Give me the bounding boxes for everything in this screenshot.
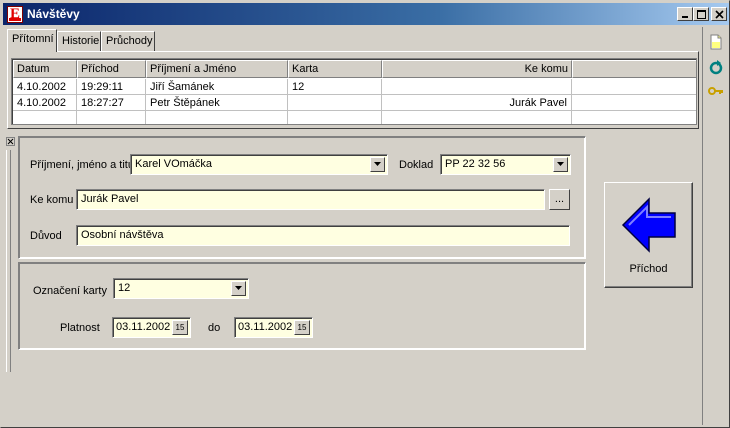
visitors-table[interactable]: Datum Příchod Příjmení a Jméno Karta Ke … <box>11 58 697 125</box>
karta-value: 12 <box>118 282 131 294</box>
column-header-jmeno[interactable]: Příjmení a Jméno <box>146 60 288 78</box>
platnost-label: Platnost <box>60 322 100 334</box>
browse-button[interactable]: ... <box>549 189 570 210</box>
cell-datum: 4.10.2002 <box>13 95 77 111</box>
doklad-dropdown-button[interactable] <box>553 157 568 172</box>
duvod-label: Důvod <box>30 230 62 242</box>
close-button[interactable] <box>711 7 727 21</box>
do-label: do <box>208 322 221 334</box>
cell-kekomu: Jurák Pavel <box>382 95 572 111</box>
tab-pruchody[interactable]: Průchody <box>101 31 155 51</box>
duvod-value: Osobní návštěva <box>81 229 164 241</box>
karta-dropdown-button[interactable] <box>231 281 246 296</box>
column-header-prichod[interactable]: Příchod <box>77 60 146 78</box>
title-bar[interactable]: E Návštěvy <box>3 3 729 25</box>
cell-datum: 4.10.2002 <box>13 79 77 95</box>
window-title: Návštěvy <box>27 7 80 21</box>
chevron-down-icon <box>374 162 381 166</box>
table-row[interactable]: 4.10.2002 19:29:11 Jiří Šamánek 12 <box>13 79 696 95</box>
table-header: Datum Příchod Příjmení a Jméno Karta Ke … <box>13 60 696 78</box>
cell-jmeno: Petr Štěpánek <box>146 95 288 111</box>
tab-pritomni[interactable]: Přítomní <box>7 29 57 52</box>
prichod-button-label: Příchod <box>629 263 668 275</box>
doklad-label: Doklad <box>399 159 434 171</box>
cell-prichod: 19:29:11 <box>77 79 146 95</box>
kekomu-field[interactable]: Jurák Pavel <box>76 189 545 210</box>
column-header-datum[interactable]: Datum <box>13 60 77 78</box>
cell-kekomu <box>382 79 572 95</box>
table-row[interactable]: 4.10.2002 18:27:27 Petr Štěpánek Jurák P… <box>13 95 696 111</box>
close-panel-icon[interactable] <box>6 137 15 146</box>
cell-prichod: 18:27:27 <box>77 95 146 111</box>
maximize-button[interactable] <box>693 7 709 21</box>
column-header-karta[interactable]: Karta <box>288 60 382 78</box>
duvod-field[interactable]: Osobní návštěva <box>76 225 570 246</box>
refresh-icon[interactable] <box>708 59 724 75</box>
name-dropdown-button[interactable] <box>370 157 385 172</box>
document-icon[interactable] <box>708 34 724 50</box>
doklad-value: PP 22 32 56 <box>445 158 506 170</box>
name-combobox[interactable]: Karel VOmáčka <box>130 154 388 175</box>
karta-combobox[interactable]: 12 <box>113 278 249 299</box>
table-row-empty <box>13 111 696 124</box>
app-logo-icon[interactable]: E <box>7 6 23 23</box>
date-to-value: 03.11.2002 <box>238 321 293 333</box>
cell-empty <box>572 79 696 95</box>
cell-jmeno: Jiří Šamánek <box>146 79 288 95</box>
cell-empty <box>572 95 696 111</box>
calendar-button[interactable]: 15 <box>172 320 188 335</box>
application-window: E Návštěvy Přítomní Historie Průchody Da… <box>0 0 730 428</box>
name-label: Příjmení, jméno a titul <box>30 159 137 171</box>
left-arrow-icon <box>621 197 676 253</box>
minimize-icon <box>682 16 688 18</box>
cell-karta <box>288 95 382 111</box>
kekomu-label: Ke komu <box>30 194 74 206</box>
kekomu-value: Jurák Pavel <box>81 193 139 205</box>
karta-label: Označení karty <box>33 285 107 297</box>
doklad-combobox[interactable]: PP 22 32 56 <box>440 154 571 175</box>
tab-historie[interactable]: Historie <box>57 31 101 51</box>
date-to-field[interactable]: 03.11.2002 15 <box>234 317 313 338</box>
date-from-value: 03.11.2002 <box>116 321 171 333</box>
panel-grip[interactable] <box>6 150 11 372</box>
close-icon <box>715 10 724 19</box>
maximize-icon <box>697 10 706 19</box>
column-header-kekomu[interactable]: Ke komu <box>382 60 572 78</box>
calendar-button[interactable]: 15 <box>294 320 310 335</box>
name-value: Karel VOmáčka <box>135 158 213 170</box>
column-header-empty <box>572 60 696 78</box>
minimize-button[interactable] <box>677 7 693 21</box>
side-toolbar <box>702 27 727 425</box>
prichod-button[interactable]: Příchod <box>604 182 693 288</box>
cell-karta: 12 <box>288 79 382 95</box>
key-icon[interactable] <box>708 83 724 99</box>
date-from-field[interactable]: 03.11.2002 15 <box>112 317 191 338</box>
chevron-down-icon <box>235 286 242 290</box>
chevron-down-icon <box>557 162 564 166</box>
